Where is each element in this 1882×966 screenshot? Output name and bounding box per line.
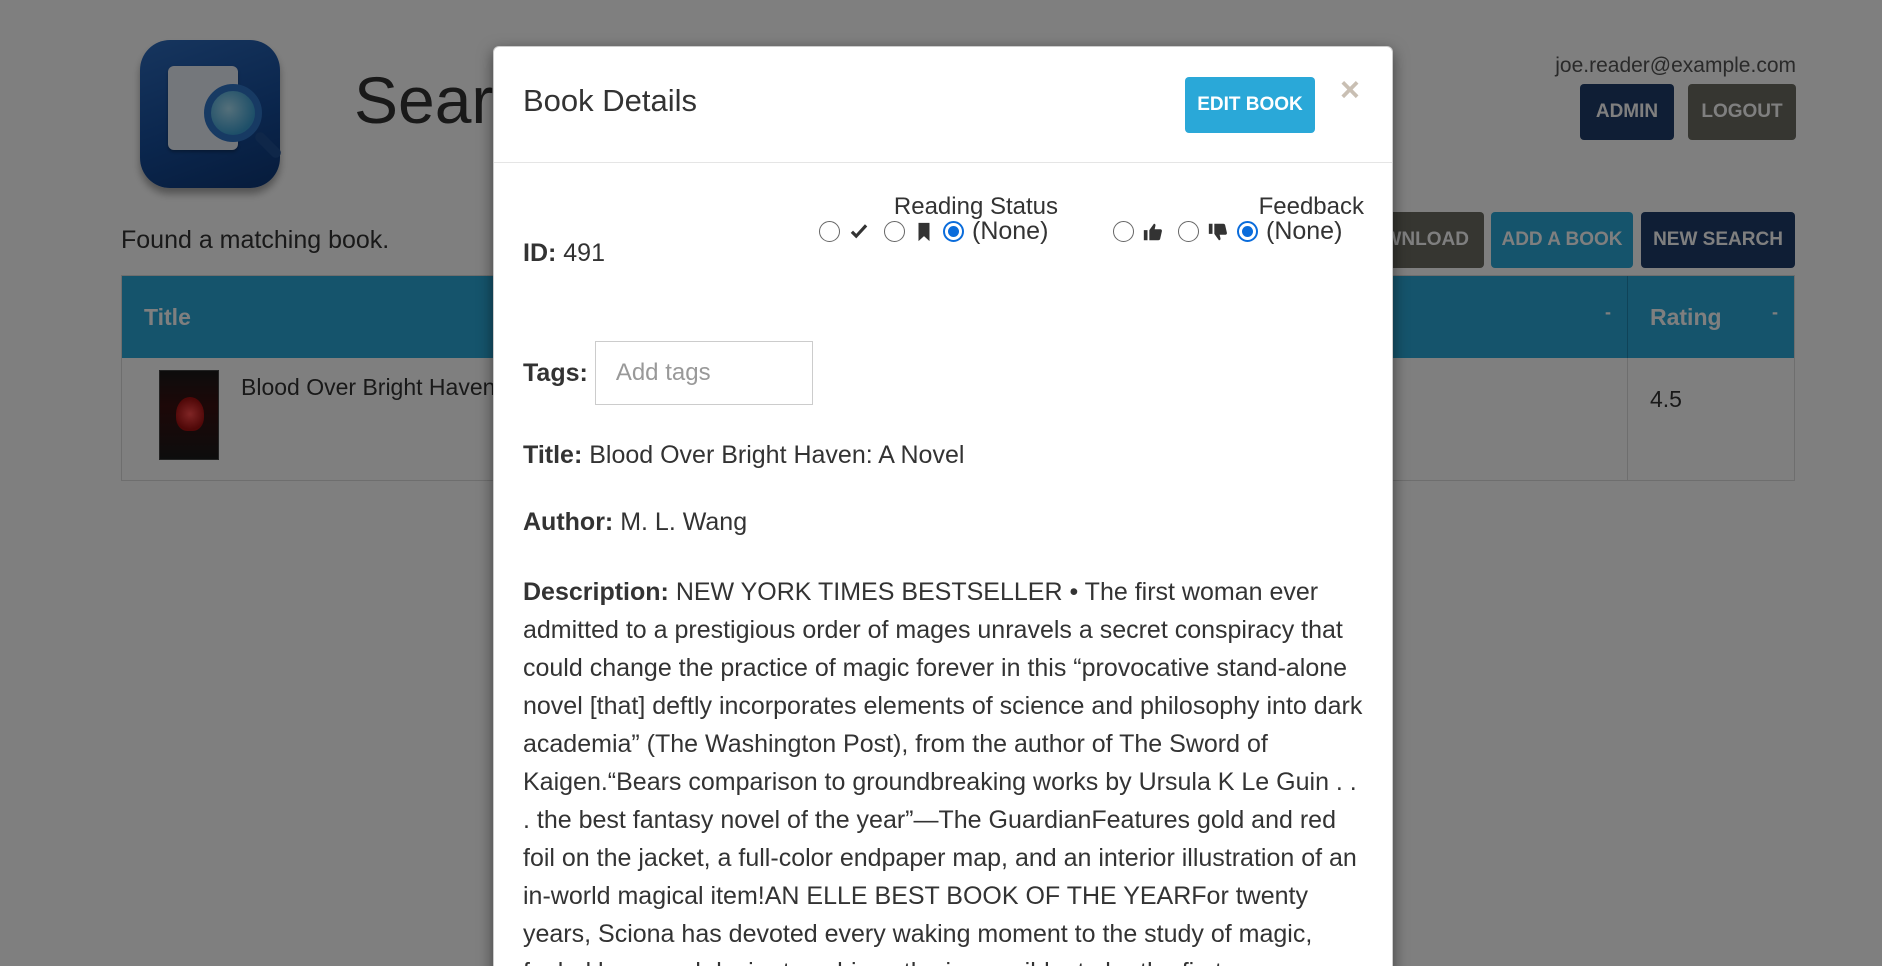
bookmark-icon [911, 219, 937, 245]
title-label: Title: [523, 441, 583, 469]
book-id: ID: 491 [523, 239, 605, 268]
status-read-radio[interactable] [819, 221, 840, 242]
feedback-none-label: (None) [1266, 217, 1343, 245]
reading-status-radios: (None) [819, 217, 1048, 246]
book-details-modal: Book Details EDIT BOOK × ID: 491 Reading… [493, 46, 1393, 966]
edit-book-button[interactable]: EDIT BOOK [1185, 77, 1315, 133]
tags-input[interactable] [594, 341, 813, 405]
feedback-radios: (None) [1113, 217, 1342, 246]
feedback-none-radio[interactable] [1237, 221, 1258, 242]
feedback-like-radio[interactable] [1113, 221, 1134, 242]
author-label: Author: [523, 508, 614, 536]
status-none-label: (None) [972, 217, 1049, 245]
thumbs-down-icon [1205, 219, 1231, 245]
modal-title: Book Details [523, 83, 698, 118]
title-value: Blood Over Bright Haven: A Novel [589, 441, 965, 469]
close-icon[interactable]: × [1340, 73, 1360, 107]
author-value: M. L. Wang [620, 508, 748, 536]
description-label: Description: [523, 578, 669, 606]
book-title-field: Title: Blood Over Bright Haven: A Novel [523, 441, 964, 470]
book-description-field: Description: NEW YORK TIMES BESTSELLER •… [523, 573, 1368, 966]
status-want-to-read-radio[interactable] [884, 221, 905, 242]
thumbs-up-icon [1140, 219, 1166, 245]
checkmark-icon [846, 219, 872, 245]
book-author-field: Author: M. L. Wang [523, 508, 747, 537]
tags-label: Tags: [523, 358, 588, 387]
id-label: ID: [523, 239, 557, 267]
description-value: NEW YORK TIMES BESTSELLER • The first wo… [523, 578, 1365, 966]
modal-header: Book Details EDIT BOOK × [494, 47, 1392, 163]
tags-row: Tags: [523, 341, 813, 405]
feedback-dislike-radio[interactable] [1178, 221, 1199, 242]
status-none-radio[interactable] [943, 221, 964, 242]
id-value: 491 [563, 239, 605, 267]
